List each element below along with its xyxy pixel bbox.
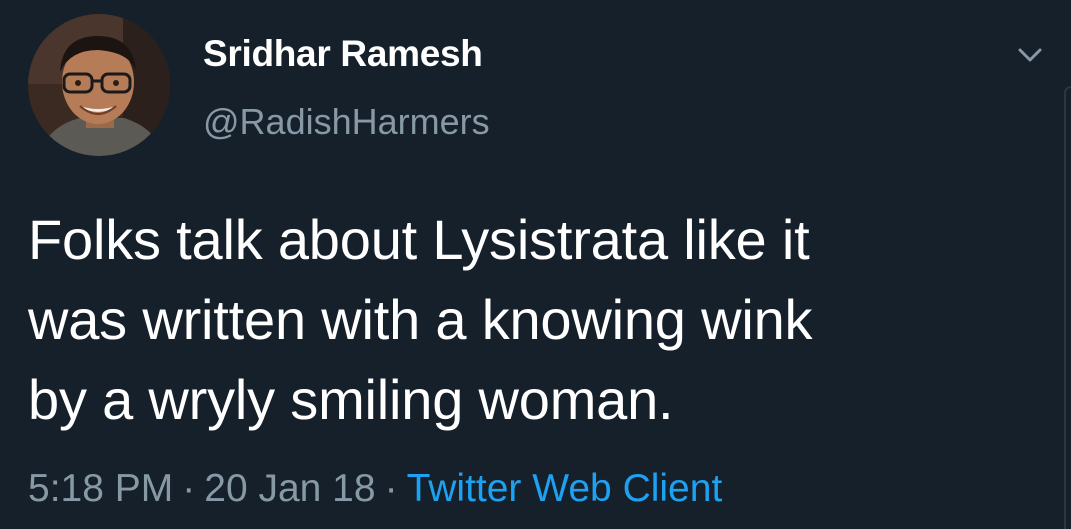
tweet-date[interactable]: 20 Jan 18 [204, 467, 375, 510]
tweet-text-line: by a wryly smiling woman. [28, 368, 674, 431]
meta-separator: · [182, 467, 196, 510]
author-display-name[interactable]: Sridhar Ramesh [203, 33, 483, 75]
tweet-metadata: 5:18 PM · 20 Jan 18 · Twitter Web Client [28, 467, 722, 511]
tweet-card: Sridhar Ramesh @RadishHarmers Folks talk… [0, 0, 1071, 529]
chevron-down-icon[interactable] [1012, 40, 1048, 70]
avatar[interactable] [28, 14, 170, 156]
meta-separator: · [384, 467, 398, 510]
scroll-edge [1064, 86, 1071, 529]
tweet-client-link[interactable]: Twitter Web Client [407, 467, 723, 510]
avatar-image [28, 14, 170, 156]
tweet-text: Folks talk about Lysistrata like it was … [28, 200, 1038, 440]
tweet-time[interactable]: 5:18 PM [28, 467, 173, 510]
tweet-text-line: was written with a knowing wink [28, 288, 813, 351]
author-handle[interactable]: @RadishHarmers [203, 101, 490, 143]
tweet-text-line: Folks talk about Lysistrata like it [28, 208, 810, 271]
